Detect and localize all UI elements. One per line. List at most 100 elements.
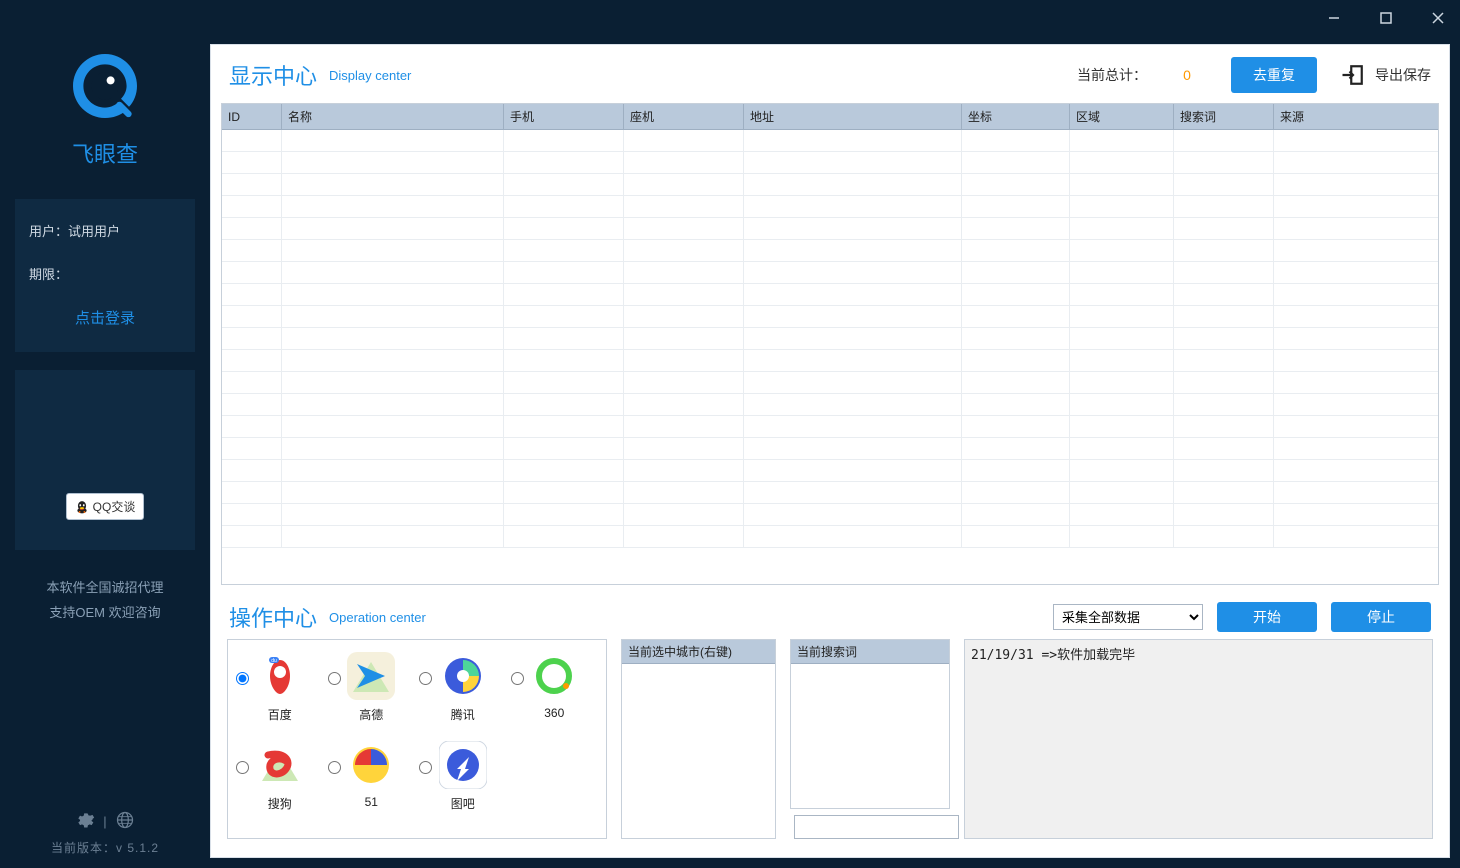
source-radio-51[interactable]: [328, 761, 341, 774]
operation-center-title-cn: 操作中心: [229, 601, 317, 633]
col-keyword[interactable]: 搜索词: [1174, 104, 1274, 129]
operation-center-header: 操作中心 Operation center 采集全部数据 开始 停止: [211, 595, 1449, 639]
version-text: 当前版本：v 5.1.2: [51, 839, 159, 856]
table-row[interactable]: [222, 416, 1438, 438]
source-item-tencent[interactable]: 腾讯: [417, 652, 509, 723]
table-row[interactable]: [222, 174, 1438, 196]
log-panel[interactable]: 21/19/31 =>软件加载完毕: [964, 639, 1433, 839]
source-item-360[interactable]: 360: [509, 652, 601, 723]
col-area[interactable]: 区域: [1070, 104, 1174, 129]
qq-chat-label: QQ交谈: [93, 498, 136, 515]
total-label: 当前总计：: [1077, 65, 1147, 85]
user-label: 用户：: [29, 224, 68, 239]
gaode-icon: [347, 652, 395, 700]
keyword-panel-body[interactable]: [791, 664, 949, 808]
table-row[interactable]: [222, 218, 1438, 240]
close-button[interactable]: [1424, 4, 1452, 32]
source-item-51[interactable]: 51: [326, 741, 418, 812]
table-row[interactable]: [222, 460, 1438, 482]
table-body: [222, 130, 1438, 584]
table-row[interactable]: [222, 526, 1438, 548]
table-row[interactable]: [222, 240, 1438, 262]
globe-icon[interactable]: [115, 810, 135, 833]
stop-button[interactable]: 停止: [1331, 602, 1431, 632]
log-line: 21/19/31 =>软件加载完毕: [971, 644, 1426, 663]
sidebar: 飞眼查 用户：试用用户 期限： 点击登录: [0, 36, 210, 868]
display-center-header: 显示中心 Display center 当前总计： 0 去重复 导出保存: [211, 45, 1449, 103]
source-radio-gaode[interactable]: [328, 672, 341, 685]
gear-icon[interactable]: [75, 810, 95, 833]
keyword-section: 当前搜索词 添加: [790, 639, 950, 839]
table-row[interactable]: [222, 482, 1438, 504]
source-label-51: 51: [365, 795, 378, 809]
source-item-sogou[interactable]: 搜狗: [234, 741, 326, 812]
keyword-input[interactable]: [794, 815, 959, 839]
qq-icon: [75, 500, 89, 514]
svg-text:du: du: [271, 658, 277, 664]
source-item-gaode[interactable]: 高德: [326, 652, 418, 723]
login-link[interactable]: 点击登录: [29, 307, 181, 328]
col-source[interactable]: 来源: [1274, 104, 1438, 129]
table-row[interactable]: [222, 394, 1438, 416]
source-radio-tencent[interactable]: [419, 672, 432, 685]
total-value: 0: [1167, 67, 1207, 83]
table-row[interactable]: [222, 328, 1438, 350]
table-row[interactable]: [222, 438, 1438, 460]
dedupe-button[interactable]: 去重复: [1231, 57, 1317, 93]
table-row[interactable]: [222, 350, 1438, 372]
source-item-tuba[interactable]: 图吧: [417, 741, 509, 812]
table-row[interactable]: [222, 372, 1438, 394]
51-icon: [347, 741, 395, 789]
source-label-tuba: 图吧: [451, 795, 475, 812]
source-label-360: 360: [544, 706, 564, 720]
separator: |: [103, 814, 106, 829]
city-panel-head: 当前选中城市(右键): [622, 640, 775, 664]
promo-line-2: 支持OEM 欢迎咨询: [46, 601, 163, 626]
city-panel[interactable]: 当前选中城市(右键): [621, 639, 776, 839]
table-row[interactable]: [222, 196, 1438, 218]
display-center-title-cn: 显示中心: [229, 59, 317, 91]
export-label: 导出保存: [1375, 65, 1431, 85]
keyword-panel[interactable]: 当前搜索词: [790, 639, 950, 809]
col-name[interactable]: 名称: [282, 104, 504, 129]
baidu-icon: du: [256, 652, 304, 700]
table-row[interactable]: [222, 152, 1438, 174]
promo-text: 本软件全国诚招代理 支持OEM 欢迎咨询: [46, 576, 163, 625]
user-line: 用户：试用用户: [29, 221, 181, 240]
collect-mode-select[interactable]: 采集全部数据: [1053, 604, 1203, 630]
col-address[interactable]: 地址: [744, 104, 962, 129]
tencent-icon: [439, 652, 487, 700]
col-mobile[interactable]: 手机: [504, 104, 624, 129]
start-button[interactable]: 开始: [1217, 602, 1317, 632]
operation-center-title-en: Operation center: [329, 610, 426, 625]
user-panel: 用户：试用用户 期限： 点击登录: [15, 199, 195, 352]
keyword-panel-head: 当前搜索词: [791, 640, 949, 664]
source-radio-tuba[interactable]: [419, 761, 432, 774]
city-panel-body[interactable]: [622, 664, 775, 838]
qq-chat-button[interactable]: QQ交谈: [66, 493, 145, 520]
limit-label: 期限：: [29, 267, 68, 282]
360-icon: [530, 652, 578, 700]
table-row[interactable]: [222, 284, 1438, 306]
table-row[interactable]: [222, 306, 1438, 328]
table-row[interactable]: [222, 504, 1438, 526]
maximize-button[interactable]: [1372, 4, 1400, 32]
table-row[interactable]: [222, 130, 1438, 152]
source-radio-360[interactable]: [511, 672, 524, 685]
tuba-icon: [439, 741, 487, 789]
operation-center-body: du 百度 高德腾讯 360 搜狗 51 图吧 当前选中城市(右键) 当前搜索词 添加: [211, 639, 1449, 857]
user-value: 试用用户: [68, 224, 120, 239]
source-label-baidu: 百度: [268, 706, 292, 723]
results-table[interactable]: ID 名称 手机 座机 地址 坐标 区域 搜索词 来源: [221, 103, 1439, 585]
export-button[interactable]: 导出保存: [1339, 61, 1431, 89]
source-item-baidu[interactable]: du 百度: [234, 652, 326, 723]
source-radio-baidu[interactable]: [236, 672, 249, 685]
sources-panel: du 百度 高德腾讯 360 搜狗 51 图吧: [227, 639, 607, 839]
minimize-button[interactable]: [1320, 4, 1348, 32]
content: 显示中心 Display center 当前总计： 0 去重复 导出保存 ID …: [210, 44, 1450, 858]
source-radio-sogou[interactable]: [236, 761, 249, 774]
col-id[interactable]: ID: [222, 104, 282, 129]
table-row[interactable]: [222, 262, 1438, 284]
col-coord[interactable]: 坐标: [962, 104, 1070, 129]
col-landline[interactable]: 座机: [624, 104, 744, 129]
